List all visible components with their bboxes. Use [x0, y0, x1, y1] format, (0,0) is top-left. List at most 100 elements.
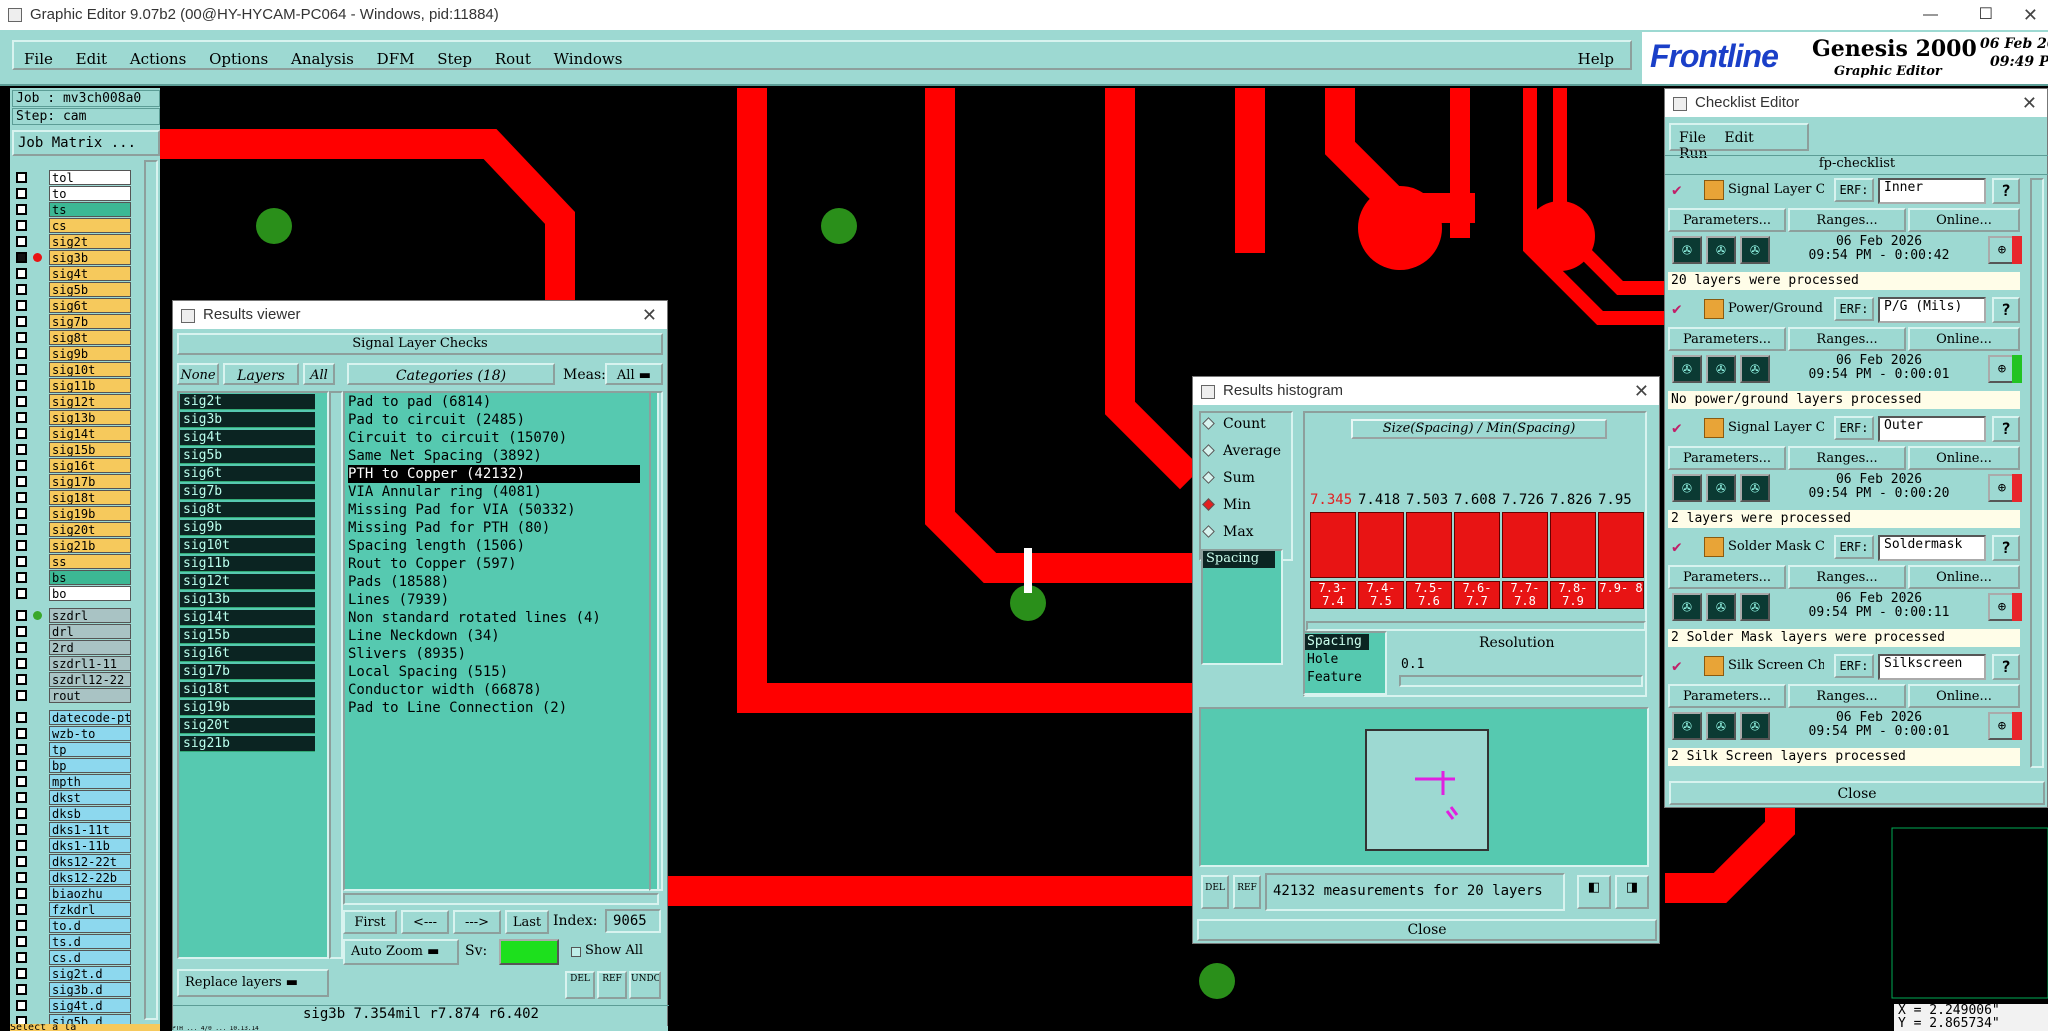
erf-value[interactable]: Silkscreen — [1878, 654, 1986, 680]
result-layer-item[interactable]: sig13b — [180, 592, 315, 608]
layer-checkbox[interactable] — [16, 920, 27, 931]
result-layer-item[interactable]: sig20t — [180, 718, 315, 734]
category-item[interactable]: Same Net Spacing (3892) — [348, 447, 542, 465]
replace-layers-select[interactable]: Replace layers ▬ — [177, 969, 329, 997]
category-item[interactable]: Slivers (8935) — [348, 645, 466, 663]
category-item[interactable]: PTH to Copper (42132) — [348, 465, 640, 483]
stat-option[interactable]: Max — [1202, 524, 1254, 540]
layer-row[interactable]: sig9b — [14, 346, 131, 361]
online-button[interactable]: Online... — [1908, 684, 2020, 708]
layer-name[interactable]: 2rd — [49, 640, 131, 655]
layer-checkbox[interactable] — [16, 508, 27, 519]
layer-row[interactable]: datecode-pt — [14, 710, 131, 725]
run-icon[interactable]: ✇ — [1706, 355, 1736, 383]
layer-name[interactable]: szdrl — [49, 608, 131, 623]
layer-checkbox[interactable] — [16, 808, 27, 819]
layer-checkbox[interactable] — [16, 268, 27, 279]
layer-row[interactable]: rout — [14, 688, 131, 703]
meas-select[interactable]: All ▬ — [605, 363, 663, 385]
layer-checkbox[interactable] — [16, 540, 27, 551]
result-layer-item[interactable]: sig6t — [180, 466, 315, 482]
meas-spacing[interactable]: Spacing — [1203, 551, 1275, 568]
layer-row[interactable]: dks1-11t — [14, 822, 131, 837]
run-icon[interactable]: ✇ — [1706, 474, 1736, 502]
online-button[interactable]: Online... — [1908, 446, 2020, 470]
layer-checkbox[interactable] — [16, 642, 27, 653]
stat-option[interactable]: Average — [1202, 443, 1281, 459]
layer-checkbox[interactable] — [16, 658, 27, 669]
layer-row[interactable]: ss — [14, 554, 131, 569]
layer-row[interactable]: bo — [14, 586, 131, 601]
menu-step[interactable]: Step — [437, 50, 472, 68]
ranges-button[interactable]: Ranges... — [1788, 684, 1906, 708]
help-icon[interactable]: ? — [1992, 654, 2020, 680]
minimize-button[interactable]: — — [1923, 0, 1938, 30]
result-layer-item[interactable]: sig15b — [180, 628, 315, 644]
layer-name[interactable]: cs — [49, 218, 131, 233]
layer-row[interactable]: sig19b — [14, 506, 131, 521]
close-icon[interactable]: ✕ — [2022, 89, 2037, 117]
result-layer-item[interactable]: sig12t — [180, 574, 315, 590]
layer-row[interactable]: szdrl1-11 — [14, 656, 131, 671]
layer-checkbox[interactable] — [16, 412, 27, 423]
del-button[interactable]: DEL — [565, 971, 595, 999]
online-button[interactable]: Online... — [1908, 565, 2020, 589]
layer-name[interactable]: sig16t — [49, 458, 131, 473]
layer-checkbox[interactable] — [16, 760, 27, 771]
layer-name[interactable]: sig11b — [49, 378, 131, 393]
radio-icon[interactable] — [1202, 498, 1215, 511]
layer-checkbox[interactable] — [16, 712, 27, 723]
auto-zoom-select[interactable]: Auto Zoom ▬ — [343, 939, 459, 965]
layer-name[interactable]: rout — [49, 688, 131, 703]
layer-checkbox[interactable] — [16, 524, 27, 535]
layer-checkbox[interactable] — [16, 236, 27, 247]
layer-row[interactable]: szdrl12-22 — [14, 672, 131, 687]
result-layer-item[interactable]: sig14t — [180, 610, 315, 626]
layer-row[interactable]: wzb-to — [14, 726, 131, 741]
layer-name[interactable]: sig7b — [49, 314, 131, 329]
run-icon[interactable]: ✇ — [1740, 236, 1770, 264]
radio-icon[interactable] — [1202, 417, 1215, 430]
layer-row[interactable]: sig16t — [14, 458, 131, 473]
layer-name[interactable]: sig3b — [49, 250, 131, 265]
result-layer-item[interactable]: sig5b — [180, 448, 315, 464]
layer-checkbox[interactable] — [16, 316, 27, 327]
layer-name[interactable]: sig4t — [49, 266, 131, 281]
layer-row[interactable]: sig21b — [14, 538, 131, 553]
layer-checkbox[interactable] — [16, 968, 27, 979]
layer-checkbox[interactable] — [16, 588, 27, 599]
layer-row[interactable]: bp — [14, 758, 131, 773]
layer-name[interactable]: sig8t — [49, 330, 131, 345]
ranges-button[interactable]: Ranges... — [1788, 446, 1906, 470]
close-icon[interactable]: ✕ — [642, 301, 657, 329]
histogram-bar[interactable] — [1550, 512, 1596, 578]
layer-row[interactable]: dksb — [14, 806, 131, 821]
layer-row[interactable]: ts — [14, 202, 131, 217]
histogram-bar[interactable] — [1502, 512, 1548, 578]
category-item[interactable]: Conductor width (66878) — [348, 681, 542, 699]
stat-option[interactable]: Min — [1202, 497, 1251, 513]
menu-help[interactable]: Help — [1578, 50, 1614, 68]
run-icon[interactable]: ✇ — [1672, 474, 1702, 502]
layer-row[interactable]: dks12-22t — [14, 854, 131, 869]
layer-name[interactable]: biaozhu — [49, 886, 131, 901]
menu-file[interactable]: File — [24, 50, 53, 68]
result-layer-item[interactable]: sig18t — [180, 682, 315, 698]
layer-checkbox[interactable] — [16, 824, 27, 835]
result-layer-item[interactable]: sig4t — [180, 430, 315, 446]
menu-edit[interactable]: Edit — [76, 50, 107, 68]
layer-name[interactable]: ts.d — [49, 934, 131, 949]
layer-name[interactable]: sig19b — [49, 506, 131, 521]
layer-checkbox[interactable] — [16, 776, 27, 787]
all-button[interactable]: All — [303, 363, 335, 385]
layer-checkbox[interactable] — [16, 476, 27, 487]
layer-row[interactable]: tp — [14, 742, 131, 757]
layer-row[interactable]: sig20t — [14, 522, 131, 537]
hist-prev-icon[interactable]: ◧ — [1577, 875, 1611, 909]
layer-name[interactable]: sig17b — [49, 474, 131, 489]
layer-row[interactable]: cs — [14, 218, 131, 233]
item-check-icon[interactable]: ✔ — [1672, 418, 1682, 437]
category-item[interactable]: Spacing length (1506) — [348, 537, 525, 555]
item-check-icon[interactable]: ✔ — [1672, 537, 1682, 556]
chart-hscroll[interactable] — [1306, 621, 1646, 631]
